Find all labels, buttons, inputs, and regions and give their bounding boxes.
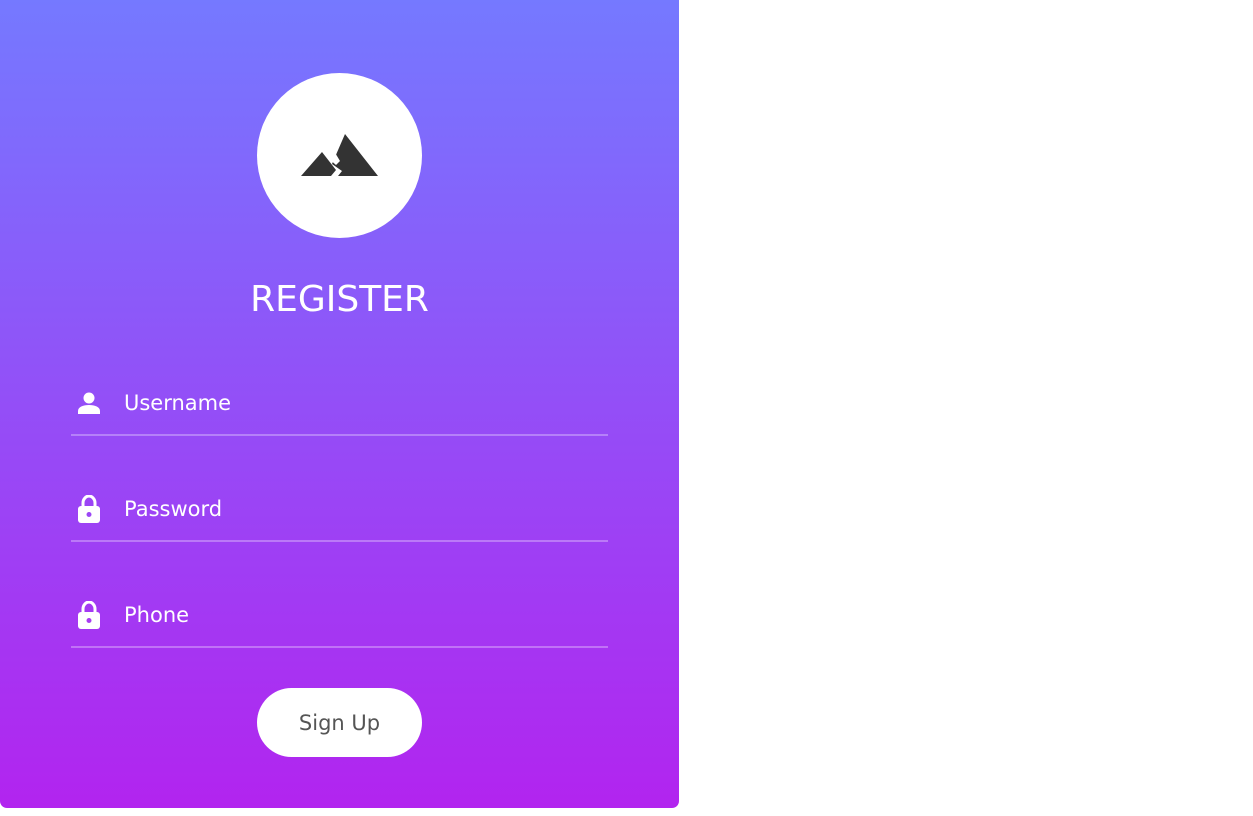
- user-icon: [77, 389, 101, 417]
- username-input[interactable]: [124, 386, 594, 420]
- lock-icon: [77, 495, 101, 523]
- sign-up-button[interactable]: Sign Up: [257, 688, 422, 757]
- mountain-icon: [300, 133, 379, 178]
- username-field: [71, 372, 608, 436]
- password-field: [71, 478, 608, 542]
- password-input[interactable]: [124, 492, 594, 526]
- phone-field: [71, 584, 608, 648]
- page-title: REGISTER: [250, 279, 429, 320]
- logo-badge: [257, 73, 422, 238]
- phone-input[interactable]: [124, 598, 594, 632]
- register-card: REGISTER Username Phone Sign Up: [0, 0, 679, 808]
- lock-icon: [77, 601, 101, 629]
- page: REGISTER Username Phone Sign Up: [0, 0, 1253, 816]
